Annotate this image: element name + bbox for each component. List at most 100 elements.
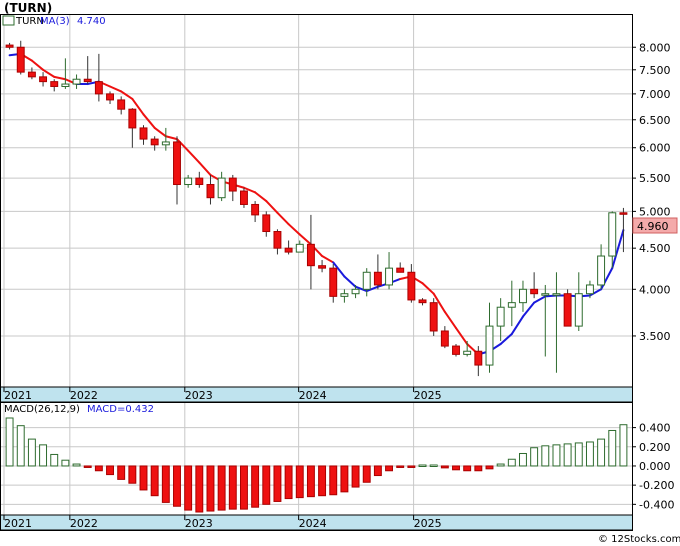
- macd-bar: [396, 465, 405, 468]
- candle-body: [396, 267, 405, 273]
- macd-bar: [50, 453, 59, 467]
- macd-bar: [16, 425, 25, 467]
- macd-bar: [597, 438, 606, 467]
- price-y-tick-label: 5.500: [639, 172, 671, 185]
- macd-bar: [563, 443, 572, 467]
- candle: [429, 298, 438, 336]
- macd-bar: [161, 465, 170, 503]
- macd-bar: [195, 465, 204, 513]
- macd-legend: MACD(26,12,9) MACD=0.432: [4, 404, 154, 415]
- candle-body: [251, 203, 260, 216]
- candle-body: [418, 299, 427, 304]
- macd-bar: [128, 465, 137, 484]
- price-y-tick-label: 5.000: [639, 205, 671, 218]
- macd-bar: [173, 465, 181, 507]
- macd-bar: [585, 441, 594, 467]
- macd-bar: [362, 465, 371, 483]
- candle-body: [362, 271, 371, 290]
- macd-bar: [139, 465, 148, 491]
- macd-bar: [262, 465, 271, 505]
- macd-bar: [552, 444, 561, 467]
- candle-body: [128, 108, 137, 129]
- chart-title: (TURN): [4, 1, 52, 15]
- macd-bar: [507, 458, 516, 467]
- candle-body: [318, 265, 327, 269]
- macd-bar: [340, 465, 349, 493]
- price-y-tick-label: 6.500: [639, 114, 671, 127]
- candle-body: [27, 71, 36, 78]
- macd-bar: [574, 442, 583, 467]
- macd-x-tick-label: 2021: [4, 517, 32, 530]
- candle-body: [184, 177, 193, 186]
- macd-bar: [206, 465, 215, 512]
- price-y-tick-label: 8.000: [639, 41, 671, 54]
- candle-body: [351, 288, 360, 295]
- candle-body: [306, 243, 315, 267]
- candle-body: [619, 212, 628, 215]
- macd-bar: [5, 417, 14, 467]
- candle-body: [574, 293, 583, 327]
- candle-body: [94, 81, 103, 95]
- macd-label: MACD(26,12,9): [4, 404, 80, 415]
- legend-ma-label: MA(3): [40, 16, 70, 27]
- candle-body: [373, 271, 382, 286]
- macd-bar: [106, 465, 114, 476]
- macd-x-tick-label: 2022: [70, 517, 98, 530]
- macd-bar: [385, 465, 394, 472]
- macd-y-tick-label: -0.400: [639, 498, 674, 511]
- macd-y-axis: 0.400 0.200 0.000 -0.200 -0.400: [632, 422, 674, 511]
- candle-body: [295, 243, 304, 253]
- macd-x-tick-label: 2023: [185, 517, 213, 530]
- macd-bar: [94, 465, 103, 472]
- candle: [563, 289, 572, 327]
- macd-bar: [72, 463, 81, 467]
- candle-body: [217, 177, 226, 199]
- current-price-label: 4.960: [637, 220, 669, 233]
- macd-bar: [61, 459, 70, 467]
- candle-body: [452, 345, 460, 355]
- candle-body: [552, 293, 561, 296]
- macd-bar: [608, 429, 617, 467]
- price-x-tick-label: 2021: [4, 389, 32, 402]
- current-price-tag: 4.960: [632, 217, 678, 234]
- macd-bar: [407, 465, 416, 468]
- price-legend: TURN MA(3) 4.740: [2, 15, 106, 27]
- macd-y-tick-label: 0.400: [639, 422, 671, 435]
- macd-bar: [150, 465, 159, 497]
- macd-bar: [39, 444, 48, 467]
- price-x-tick-label: 2024: [299, 389, 327, 402]
- macd-bar: [418, 464, 427, 467]
- candle-body: [16, 46, 25, 73]
- candle-body: [407, 271, 416, 301]
- price-y-tick-label: 4.500: [639, 242, 671, 255]
- macd-bar: [284, 465, 293, 500]
- candle-body: [262, 214, 271, 233]
- price-panel: [0, 14, 633, 403]
- macd-bar: [217, 465, 226, 511]
- candle-body: [273, 231, 282, 249]
- macd-bar: [239, 465, 248, 510]
- candle-body: [50, 81, 59, 87]
- macd-bar: [463, 465, 472, 472]
- candle-body: [284, 247, 293, 253]
- macd-bar: [496, 463, 505, 467]
- candle-body: [429, 302, 438, 332]
- candle-body: [541, 293, 550, 296]
- candle-body: [195, 177, 204, 186]
- macd-y-tick-label: 0.200: [639, 441, 671, 454]
- candle-body: [585, 284, 594, 295]
- candle-body: [83, 78, 92, 83]
- macd-bar: [184, 465, 193, 511]
- candle: [239, 187, 248, 208]
- candle-body: [173, 141, 181, 186]
- candle-body: [608, 212, 617, 257]
- price-x-tick-label: 2025: [414, 389, 442, 402]
- macd-bar: [83, 465, 92, 468]
- price-y-tick-label: 6.000: [639, 142, 671, 155]
- macd-bar: [318, 465, 327, 497]
- price-y-tick-label: 4.000: [639, 283, 671, 296]
- candle-body: [530, 288, 539, 295]
- candle-body: [463, 350, 472, 355]
- macd-bar: [27, 438, 36, 467]
- candle-body: [485, 325, 494, 366]
